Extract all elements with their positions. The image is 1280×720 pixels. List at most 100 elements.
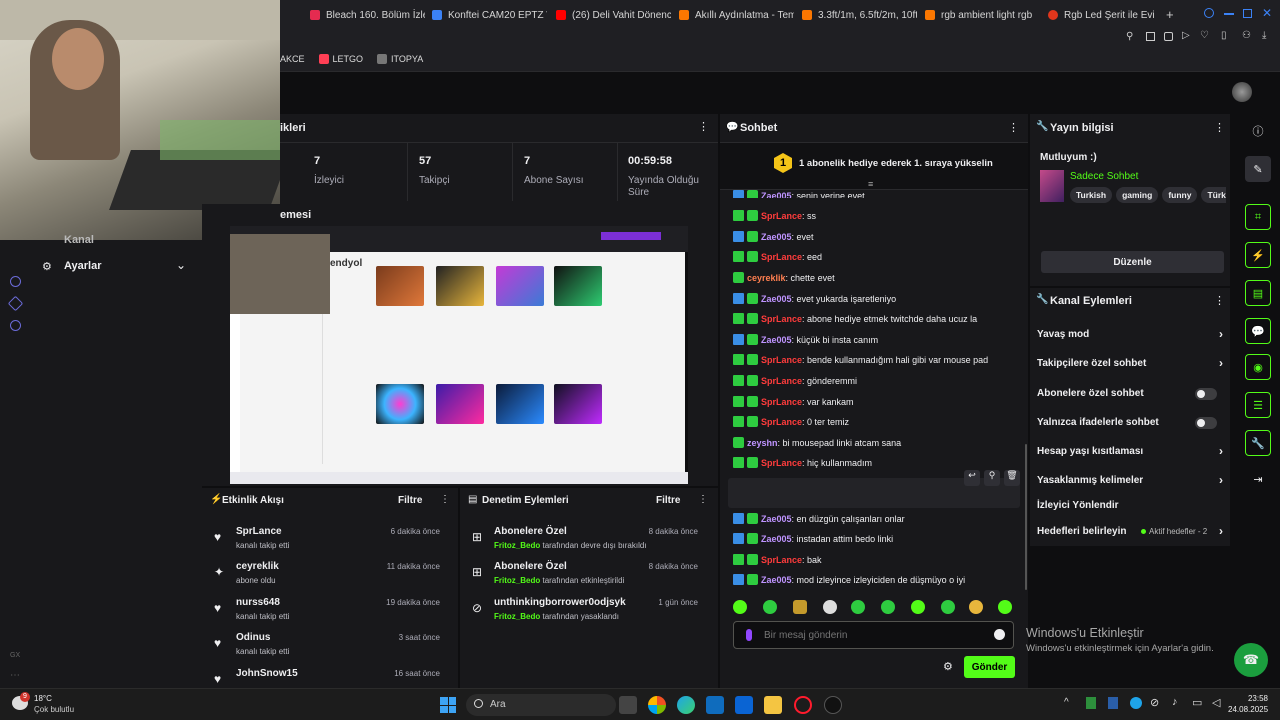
chat-username[interactable]: SprLance xyxy=(761,376,802,386)
play-icon[interactable]: ▷ xyxy=(1182,30,1190,41)
chat-icon[interactable]: 💬 xyxy=(1245,318,1271,344)
minimize-icon[interactable] xyxy=(1224,13,1234,15)
menu-dots-icon[interactable]: ⋮ xyxy=(1008,121,1019,134)
broadcast-icon[interactable]: ◉ xyxy=(1245,354,1271,380)
tray-icon[interactable] xyxy=(1130,697,1142,709)
emote-icon[interactable] xyxy=(793,600,807,614)
action-host-viewers[interactable]: İzleyici Yönlendir xyxy=(1037,500,1227,511)
chat-username[interactable]: ceyreklik xyxy=(747,273,786,283)
chat-input[interactable] xyxy=(764,626,984,644)
close-icon[interactable]: ✕ xyxy=(1262,6,1272,20)
clock-icon[interactable] xyxy=(10,276,21,287)
delete-icon[interactable]: 🗑 xyxy=(1004,470,1020,486)
category-link[interactable]: Sadece Sohbet xyxy=(1070,171,1138,182)
chevron-up-icon[interactable]: ^ xyxy=(1064,697,1069,708)
more-icon[interactable]: ⋯ xyxy=(10,670,20,681)
edge-icon[interactable] xyxy=(677,696,695,714)
action-subscribers-only[interactable]: Abonelere özel sohbet xyxy=(1037,388,1227,400)
menu-dots-icon[interactable]: ⋮ xyxy=(440,494,450,505)
chat-username[interactable]: Zae005 xyxy=(761,232,792,242)
chat-username[interactable]: Zae005 xyxy=(761,335,792,345)
toggle-switch[interactable] xyxy=(1195,417,1217,429)
gx-icon[interactable]: GX xyxy=(10,652,20,659)
wallet-icon[interactable]: ▯ xyxy=(1221,30,1227,41)
tag[interactable]: Türkç xyxy=(1201,187,1226,203)
tray-icon[interactable] xyxy=(1108,697,1118,709)
compass-icon[interactable] xyxy=(7,295,24,312)
action-banned-words[interactable]: Yasaklanmış kelimeler › xyxy=(1037,473,1227,487)
browser-tab[interactable]: 3.3ft/1m, 6.5ft/2m, 10ft/ xyxy=(802,6,917,24)
store-icon[interactable] xyxy=(706,696,724,714)
obs-icon[interactable] xyxy=(824,696,842,714)
menu-dots-icon[interactable]: ⋮ xyxy=(698,494,708,505)
emoji-icon[interactable] xyxy=(994,629,1005,640)
browser-tab-active[interactable]: Rgb Led Şerit ile Evi xyxy=(1048,6,1160,24)
wrench-icon[interactable]: 🔧 xyxy=(1245,430,1271,456)
profile-icon[interactable]: ⚇ xyxy=(1242,30,1251,41)
bookmark-item[interactable]: AKCE xyxy=(280,54,305,64)
avatar[interactable] xyxy=(1232,82,1252,102)
reply-icon[interactable]: ↩ xyxy=(964,470,980,486)
tag[interactable]: funny xyxy=(1162,187,1198,203)
chat-username[interactable]: SprLance xyxy=(761,355,802,365)
bookmark-item[interactable]: ITOPYA xyxy=(377,53,423,64)
tray-icon[interactable] xyxy=(1086,697,1096,709)
lightning-icon[interactable]: ⚡ xyxy=(1245,242,1271,268)
chat-username[interactable]: zeyshn xyxy=(747,438,778,448)
chat-username[interactable]: Zae005 xyxy=(761,534,792,544)
support-chat-icon[interactable]: ☎ xyxy=(1234,643,1268,677)
pin-icon[interactable]: ⚲ xyxy=(1126,31,1133,42)
emote-icon[interactable] xyxy=(733,600,747,614)
scan-icon[interactable]: ⌗ xyxy=(1245,204,1271,230)
nav-item-kanal[interactable]: Kanal xyxy=(64,234,94,246)
emote-icon[interactable] xyxy=(998,600,1012,614)
action-set-goals[interactable]: Hedefleri belirleyin Aktif hedefler - 2 … xyxy=(1037,524,1227,538)
chat-username[interactable]: SprLance xyxy=(761,555,802,565)
search-icon[interactable] xyxy=(1204,8,1214,18)
action-account-age[interactable]: Hesap yaşı kısıtlaması › xyxy=(1037,444,1227,458)
chat-username[interactable]: Zae005 xyxy=(761,191,792,198)
exit-icon[interactable]: ⇥ xyxy=(1245,466,1271,492)
emote-icon[interactable] xyxy=(941,600,955,614)
screenshot-icon[interactable] xyxy=(1146,32,1155,41)
document-icon[interactable]: ▤ xyxy=(1245,280,1271,306)
action-slow-mode[interactable]: Yavaş mod › xyxy=(1037,327,1227,341)
clock-time[interactable]: 23:58 xyxy=(1240,694,1268,703)
volume-icon[interactable]: ◁ xyxy=(1212,696,1220,709)
filter-button[interactable]: Filtre xyxy=(656,495,680,506)
network-icon[interactable]: ⊘ xyxy=(1150,696,1159,709)
emote-icon[interactable] xyxy=(851,600,865,614)
heart-outline-icon[interactable]: ♡ xyxy=(1200,30,1209,41)
pencil-icon[interactable]: ✎ xyxy=(1245,156,1271,182)
chat-scrollbar[interactable] xyxy=(1025,444,1027,590)
chat-input-box[interactable] xyxy=(733,621,1014,649)
chat-username[interactable]: SprLance xyxy=(761,211,802,221)
tag[interactable]: Turkish xyxy=(1070,187,1113,203)
chat-username[interactable]: Zae005 xyxy=(761,575,792,585)
emote-icon[interactable] xyxy=(881,600,895,614)
browser-tab[interactable]: rgb ambient light rgb pı xyxy=(925,6,1035,24)
toggle-switch[interactable] xyxy=(1195,388,1217,400)
monitor-icon[interactable]: ▭ xyxy=(1192,696,1202,709)
chat-username[interactable]: SprLance xyxy=(761,397,802,407)
browser-tab[interactable]: Bleach 160. Bölüm İzle xyxy=(310,6,425,24)
clock-date[interactable]: 24.08.2025 xyxy=(1228,705,1268,714)
chat-username[interactable]: SprLance xyxy=(761,252,802,262)
expand-icon[interactable]: ≡ xyxy=(868,179,873,189)
menu-dots-icon[interactable]: ⋮ xyxy=(1214,121,1225,134)
chevron-down-icon[interactable]: ⌄ xyxy=(176,258,186,272)
bookmark-item[interactable]: LETGO xyxy=(318,53,363,64)
download-icon[interactable]: ⤓ xyxy=(1262,30,1266,41)
settings-gear-icon[interactable]: ⚙ xyxy=(943,660,953,673)
emote-icon[interactable] xyxy=(969,600,983,614)
new-tab-plus-icon[interactable]: + xyxy=(1166,7,1174,22)
browser-tab[interactable]: Akıllı Aydınlatma - Temu xyxy=(679,6,794,24)
tag[interactable]: gaming xyxy=(1116,187,1159,203)
send-button[interactable]: Gönder xyxy=(964,656,1015,678)
taskbar-search[interactable]: Ara xyxy=(466,694,616,716)
file-explorer-icon[interactable] xyxy=(764,696,782,714)
browser-tab[interactable]: (26) Deli Vahit Dönence xyxy=(556,6,671,24)
extension-icon[interactable] xyxy=(1164,32,1173,41)
microphone-icon[interactable] xyxy=(746,629,752,641)
chat-username[interactable]: Zae005 xyxy=(761,514,792,524)
